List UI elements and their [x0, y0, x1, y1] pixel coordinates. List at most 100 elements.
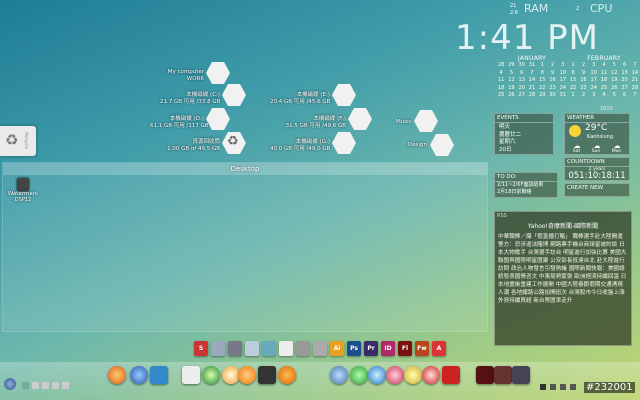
calendar-day[interactable]: 17	[558, 77, 568, 85]
news-headline[interactable]: Yahoo!奇摩新聞-國際新聞	[495, 220, 631, 231]
countdown-widget[interactable]: COUNTDOWN 2 years 051:10:18:11	[564, 157, 630, 181]
app-icon[interactable]	[422, 366, 440, 384]
calendar-day[interactable]: 13	[619, 70, 629, 78]
dock-app-icon[interactable]: S	[194, 341, 208, 356]
calendar-day[interactable]: 23	[578, 85, 588, 93]
calendar-day[interactable]: 31	[558, 92, 568, 100]
calendar-day[interactable]: 20	[619, 77, 629, 85]
pumpkin-icon[interactable]	[278, 366, 296, 384]
calendar-day[interactable]: 28	[630, 85, 640, 93]
news-widget[interactable]: RSS Yahoo!奇摩新聞-國際新聞 中華職棒／爆「假直播打賭」 職棒選手赴大…	[494, 211, 632, 346]
calendar-day[interactable]: 3	[558, 62, 568, 70]
calendar-day[interactable]: 28	[496, 62, 506, 70]
calendar-day[interactable]: 6	[517, 70, 527, 78]
start-orb[interactable]	[4, 378, 16, 390]
drive-hex-recycle[interactable]: ♻	[222, 132, 246, 154]
messenger-icon[interactable]	[350, 366, 368, 384]
calendar-day[interactable]: 5	[609, 62, 619, 70]
internet-explorer-icon[interactable]	[130, 366, 148, 384]
calendar-day[interactable]: 19	[506, 85, 516, 93]
dock-app-icon[interactable]	[211, 341, 225, 356]
calendar-day[interactable]: 26	[609, 85, 619, 93]
dock-app-icon[interactable]: Ai	[330, 341, 344, 356]
drive-hex-e[interactable]	[332, 84, 356, 106]
flash-icon[interactable]	[476, 366, 494, 384]
dock-app-icon[interactable]	[313, 341, 327, 356]
app-icon[interactable]	[386, 366, 404, 384]
calendar-day[interactable]: 14	[527, 77, 537, 85]
calendar-day[interactable]: 12	[609, 70, 619, 78]
todo-item[interactable]: 2月18日前聯絡	[497, 189, 555, 196]
app-icon[interactable]	[404, 366, 422, 384]
calendar-day[interactable]: 9	[578, 70, 588, 78]
calendar-day[interactable]: 24	[558, 85, 568, 93]
drive-hex-g[interactable]	[332, 132, 356, 154]
calendar-day[interactable]: 11	[599, 70, 609, 78]
calendar-day[interactable]: 8	[568, 70, 578, 78]
quick-launch-icon[interactable]	[22, 382, 29, 389]
calendar-day[interactable]: 5	[506, 70, 516, 78]
calendar-day[interactable]: 2	[547, 62, 557, 70]
calendar-day[interactable]: 7	[630, 92, 640, 100]
drive-hex-c[interactable]	[222, 84, 246, 106]
calendar-day[interactable]: 5	[609, 92, 619, 100]
calendar-day[interactable]: 6	[619, 62, 629, 70]
calendar-day[interactable]: 10	[558, 70, 568, 78]
calendar-day[interactable]: 4	[599, 92, 609, 100]
calendar-day[interactable]: 10	[589, 70, 599, 78]
calendar-day[interactable]: 30	[547, 92, 557, 100]
dock-app-icon[interactable]: A	[432, 341, 446, 356]
dock-app-icon[interactable]	[245, 341, 259, 356]
calendar-day[interactable]: 3	[589, 92, 599, 100]
calendar-day[interactable]: 17	[589, 77, 599, 85]
calendar-day[interactable]: 7	[527, 70, 537, 78]
desktop-fence[interactable]: Desktop	[2, 162, 488, 332]
calendar-day[interactable]: 16	[547, 77, 557, 85]
calendar-day[interactable]: 4	[496, 70, 506, 78]
dock-app-icon[interactable]	[296, 341, 310, 356]
calendar-day[interactable]: 15	[568, 77, 578, 85]
calendar-day[interactable]: 4	[599, 62, 609, 70]
calendar-day[interactable]: 29	[506, 62, 516, 70]
network-icon[interactable]	[330, 366, 348, 384]
drive-hex-computer[interactable]	[206, 62, 230, 84]
calendar-day[interactable]: 1	[568, 92, 578, 100]
calendar-day[interactable]: 22	[537, 85, 547, 93]
calendar-day[interactable]: 2	[578, 92, 588, 100]
calendar-day[interactable]: 6	[619, 92, 629, 100]
music-hex[interactable]	[414, 110, 438, 132]
calendar-day[interactable]: 27	[517, 92, 527, 100]
calendar-day[interactable]: 14	[630, 70, 640, 78]
dock-app-icon[interactable]: Fl	[398, 341, 412, 356]
quick-launch-icon[interactable]	[52, 382, 59, 389]
photo-icon[interactable]	[494, 366, 512, 384]
calendar-day[interactable]: 24	[589, 85, 599, 93]
calendar-day[interactable]: 2	[578, 62, 588, 70]
calendar-day[interactable]: 7	[630, 62, 640, 70]
calendar-day[interactable]: 13	[517, 77, 527, 85]
folder-icon[interactable]	[182, 366, 200, 384]
calendar-day[interactable]: 18	[599, 77, 609, 85]
calendar-day[interactable]: 12	[506, 77, 516, 85]
dock-app-icon[interactable]	[228, 341, 242, 356]
dock-app-icon[interactable]: Ps	[347, 341, 361, 356]
terminal-icon[interactable]	[258, 366, 276, 384]
calendar-day[interactable]: 1	[568, 62, 578, 70]
calendar-day[interactable]: 29	[537, 92, 547, 100]
calendar-day[interactable]: 31	[527, 62, 537, 70]
calendar-day[interactable]: 9	[547, 70, 557, 78]
firefox-icon[interactable]	[108, 366, 126, 384]
calendar-day[interactable]: 28	[527, 92, 537, 100]
calendar-day[interactable]: 22	[568, 85, 578, 93]
calendar-day[interactable]: 19	[609, 77, 619, 85]
tray-icon[interactable]	[550, 384, 556, 390]
dock-app-icon[interactable]	[279, 341, 293, 356]
calendar-day[interactable]: 30	[517, 62, 527, 70]
media-center-icon[interactable]	[202, 366, 220, 384]
calendar-day[interactable]: 18	[496, 85, 506, 93]
design-hex[interactable]	[430, 134, 454, 156]
quick-launch-icon[interactable]	[42, 382, 49, 389]
tray-icon[interactable]	[540, 384, 546, 390]
vlc-icon[interactable]	[238, 366, 256, 384]
calendar-day[interactable]: 25	[496, 92, 506, 100]
